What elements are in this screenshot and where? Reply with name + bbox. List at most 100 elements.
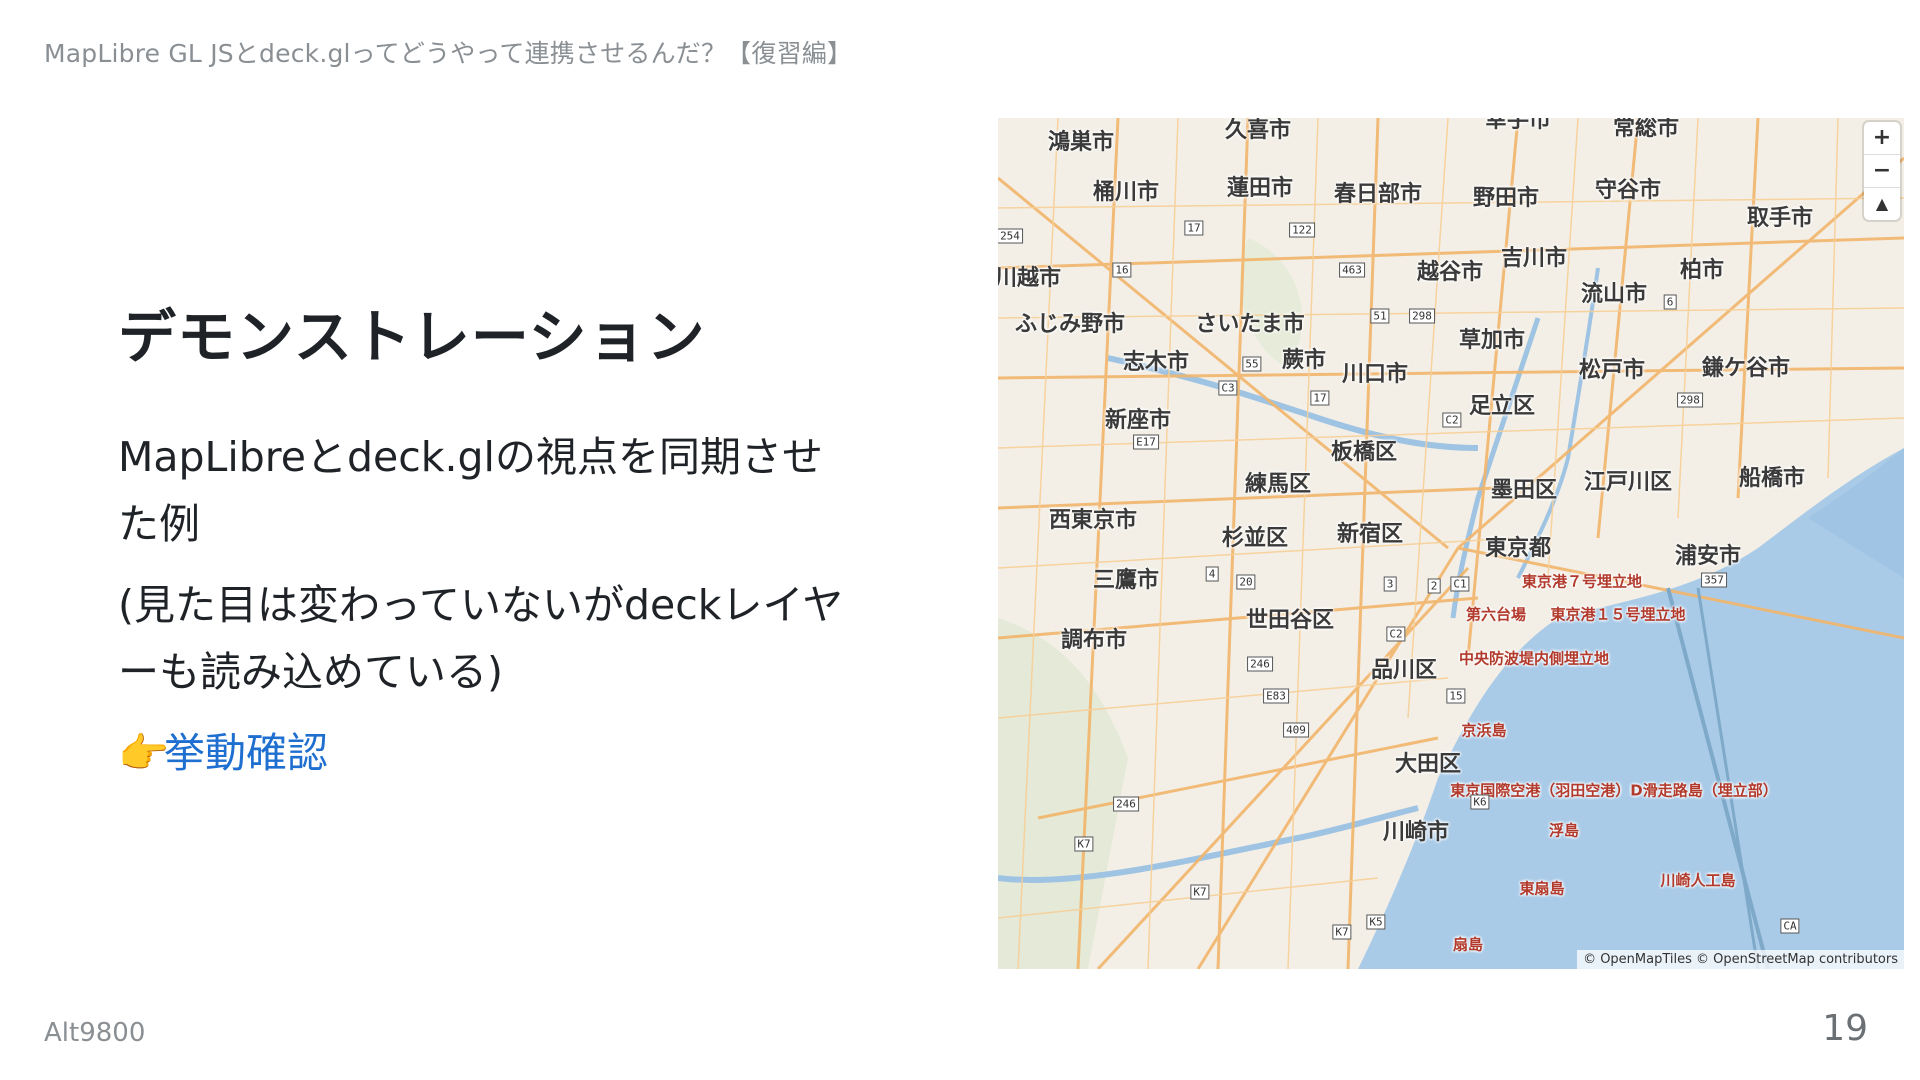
map-label: さいたま市 [1195,312,1305,337]
map-label: 川口市 [1341,362,1409,387]
slide-content: デモンストレーション MapLibreとdeck.glの視点を同期させた例 (見… [118,290,858,787]
map-label: 春日部市 [1333,182,1423,207]
map-label: 船橋市 [1738,466,1806,491]
road-shield: C1 [1450,576,1470,592]
map-small-label: 東扇島 [1519,879,1565,898]
map-label: 取手市 [1746,206,1814,231]
map-small-label: 東京港１５号埋立地 [1550,605,1686,624]
map-label: ふじみ野市 [1014,312,1126,337]
road-shield: C2 [1386,626,1406,642]
map-label: 墨田区 [1490,478,1558,503]
map-label: 草加市 [1458,328,1526,353]
road-shield: 246 [1113,796,1139,812]
map-navigation-control: + − ▲ [1864,122,1900,220]
page-number: 19 [1822,1008,1868,1049]
map-label: 鴻巣市 [1047,130,1115,155]
slide-header-title: MapLibre GL JSとdeck.glってどうやって連携させるんだ？【復習… [44,39,853,68]
map-label: 蕨市 [1281,348,1327,373]
road-shield: 3 [1383,576,1397,592]
road-shield: 6 [1663,294,1677,310]
road-shield: 51 [1370,308,1390,324]
map-label: 調布市 [1060,628,1128,653]
road-shield: 246 [1247,656,1273,672]
road-shield: 16 [1112,262,1132,278]
road-shield: CA [1780,918,1800,934]
road-shield: E17 [1133,434,1159,450]
map-label: 板橋区 [1330,440,1398,465]
map-label: 野田市 [1472,186,1540,211]
road-shield: 254 [998,228,1023,244]
road-shield: K5 [1366,914,1386,930]
road-shield: C2 [1442,412,1462,428]
road-shield: 409 [1283,722,1309,738]
map-label: 吉川市 [1500,246,1568,271]
map-small-label: 東京国際空港（羽田空港）D滑走路島（埋立部） [1450,781,1778,800]
road-shield: K7 [1190,884,1210,900]
map-attribution: © OpenMapTiles © OpenStreetMap contribut… [1577,950,1904,969]
map-small-label: 京浜島 [1461,721,1507,740]
map-label: 川越市 [998,266,1062,291]
map-label: 浦安市 [1674,544,1742,569]
map-label: 川崎市 [1382,820,1450,845]
slide-heading: デモンストレーション [118,303,706,371]
road-shield: E83 [1263,688,1289,704]
map-small-label: 第六台場 [1465,605,1527,624]
map-label: 常総市 [1612,118,1680,141]
map-label: 三鷹市 [1092,568,1160,593]
compass-button[interactable]: ▲ [1864,188,1900,220]
map-label: 志木市 [1122,350,1190,375]
map-label: 新宿区 [1336,522,1404,547]
map-small-label: 東京港７号埋立地 [1521,572,1643,591]
map-label: 松戸市 [1578,358,1646,383]
map-label: 蓮田市 [1226,176,1294,201]
road-shield: 17 [1310,390,1330,406]
demo-link-line: 👉挙動確認 [118,720,858,787]
map-small-label: 中央防波堤内側埋立地 [1458,649,1610,668]
map-label: 世田谷区 [1245,608,1335,633]
map-view[interactable]: 鴻巣市 久喜市 幸手市 常総市 桶川市 蓮田市 春日部市 野田市 守谷市 取手市… [998,118,1904,969]
road-shield: K7 [1332,924,1352,940]
road-shield: 55 [1242,356,1262,372]
map-label: 練馬区 [1244,472,1312,497]
map-label: 鎌ケ谷市 [1701,356,1791,381]
map-label: 江戸川区 [1583,470,1673,495]
road-shield: 122 [1289,222,1315,238]
map-label: 新座市 [1104,408,1172,433]
road-shield: 298 [1677,392,1703,408]
road-shield: 17 [1184,220,1204,236]
road-shield: C3 [1218,380,1238,396]
note-paragraph: (見た目は変わっていないがdeckレイヤーも読み込めている) [118,581,844,696]
road-shield: 4 [1205,566,1219,582]
road-shield: K7 [1074,836,1094,852]
demo-link[interactable]: 挙動確認 [164,729,328,777]
map-label: 幸手市 [1484,118,1552,133]
road-shield: 463 [1339,262,1365,278]
map-label: 久喜市 [1224,118,1292,143]
map-small-label: 扇島 [1452,935,1484,954]
map-label: 柏市 [1679,258,1725,283]
zoom-out-button[interactable]: − [1864,155,1900,188]
description-paragraph: MapLibreとdeck.glの視点を同期させた例 [118,433,823,548]
footer-author: Alt9800 [44,1018,146,1048]
road-shield: K6 [1470,794,1490,810]
road-shield: 2 [1427,578,1441,594]
road-shield: 357 [1701,572,1727,588]
map-label: 西東京市 [1048,508,1138,533]
zoom-in-button[interactable]: + [1864,122,1900,155]
map-label: 流山市 [1580,282,1648,307]
map-label: 足立区 [1468,394,1536,419]
road-shield: 15 [1446,688,1466,704]
map-label: 越谷市 [1416,260,1484,285]
map-label: 桶川市 [1092,180,1160,205]
map-small-label: 浮島 [1548,821,1580,840]
pointing-hand-icon: 👉 [118,729,170,777]
map-label: 守谷市 [1594,178,1662,203]
map-label: 品川区 [1370,658,1438,683]
map-label: 杉並区 [1221,526,1289,551]
map-label: 大田区 [1394,752,1462,777]
map-base [998,118,1904,969]
road-shield: 298 [1409,308,1435,324]
map-small-label: 川崎人工島 [1660,871,1736,890]
map-label: 東京都 [1484,536,1552,561]
road-shield: 20 [1236,574,1256,590]
